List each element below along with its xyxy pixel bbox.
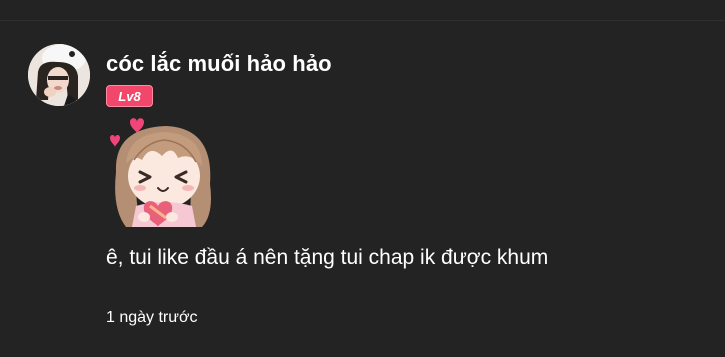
avatar[interactable]: [28, 44, 90, 106]
heart-icon: [110, 135, 120, 147]
comment-text: ê, tui like đầu á nên tặng tui chap ik đ…: [106, 246, 549, 269]
username[interactable]: cóc lắc muối hảo hảo: [106, 51, 332, 77]
comment-item: cóc lắc muối hảo hảo Lv8 ê, tui like đầu…: [28, 44, 708, 344]
timestamp: 1 ngày trước: [106, 309, 198, 326]
top-divider: [0, 20, 725, 21]
sticker-image: [106, 114, 226, 229]
avatar-image: [28, 44, 90, 106]
level-badge: Lv8: [106, 85, 153, 107]
